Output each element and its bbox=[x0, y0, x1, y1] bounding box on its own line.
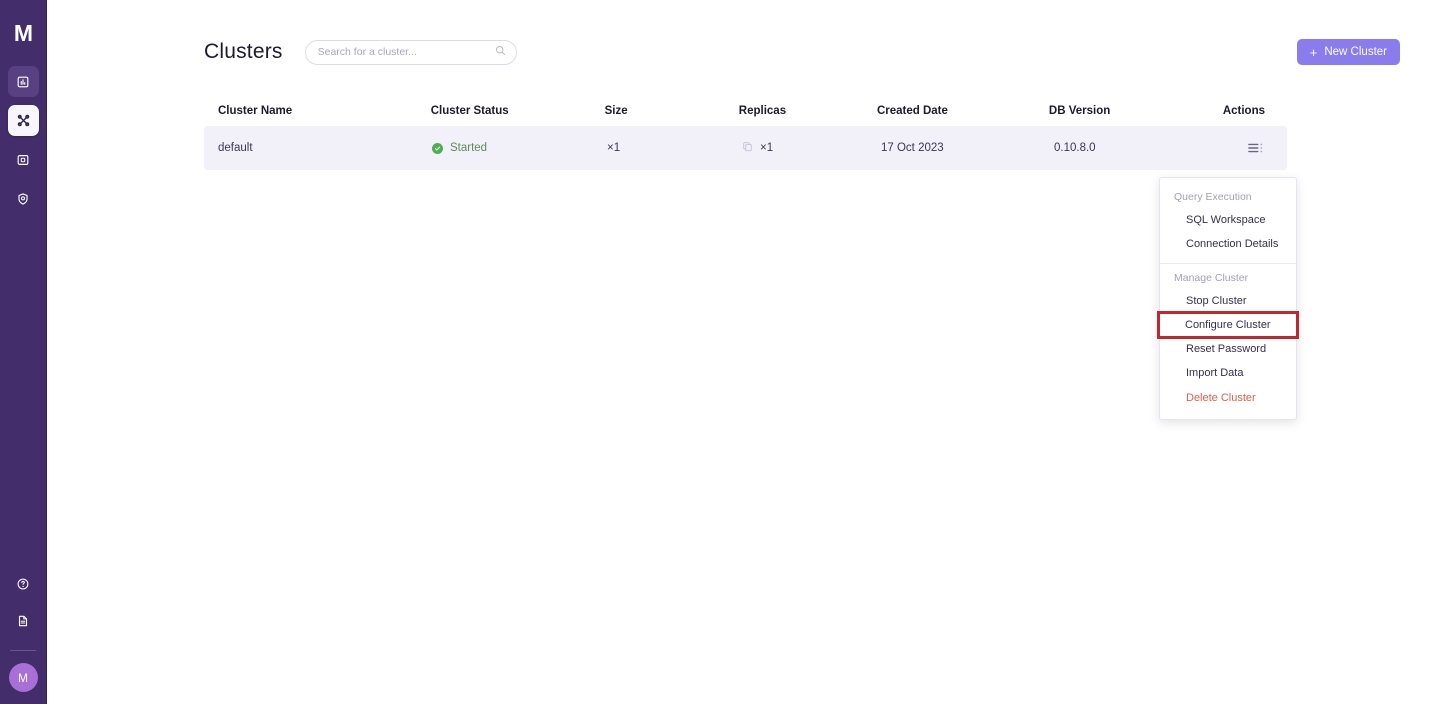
dashboard-icon bbox=[16, 75, 30, 89]
column-header-created-date: Created Date bbox=[876, 105, 948, 117]
search-box[interactable] bbox=[304, 39, 517, 65]
menu-item-configure-cluster[interactable]: Configure Cluster bbox=[1157, 311, 1299, 340]
sidebar-bottom: M bbox=[8, 568, 39, 704]
sidebar-item-dashboard[interactable] bbox=[7, 66, 39, 97]
sidebar-item-security[interactable] bbox=[8, 183, 39, 214]
sidebar-divider bbox=[10, 650, 36, 651]
new-cluster-label: New Cluster bbox=[1324, 46, 1387, 58]
table-row[interactable]: default Started ×1 ×1 17 Oct 2023 0.10.8… bbox=[204, 126, 1287, 170]
row-actions-menu: Query Execution SQL Workspace Connection… bbox=[1157, 177, 1299, 420]
sidebar: M M bbox=[0, 0, 47, 704]
sidebar-item-help[interactable] bbox=[8, 568, 39, 599]
clusters-icon bbox=[16, 113, 31, 128]
main-content: Clusters + New Cluster Cluster Name Clus… bbox=[47, 0, 1440, 704]
column-header-replicas: Replicas bbox=[738, 105, 787, 117]
app-logo[interactable]: M bbox=[8, 18, 38, 48]
menu-item-reset-password[interactable]: Reset Password bbox=[1160, 337, 1296, 361]
avatar[interactable]: M bbox=[8, 663, 38, 692]
page-title: Clusters bbox=[204, 40, 283, 63]
menu-item-import-data[interactable]: Import Data bbox=[1160, 361, 1296, 385]
menu-item-delete-cluster[interactable]: Delete Cluster bbox=[1160, 386, 1296, 410]
cell-size: ×1 bbox=[607, 142, 621, 154]
sidebar-item-docs[interactable] bbox=[8, 605, 39, 636]
row-actions-button[interactable] bbox=[1245, 139, 1267, 157]
backups-icon bbox=[16, 153, 30, 167]
menu-section-query-execution: Query Execution bbox=[1174, 191, 1252, 203]
help-circle-icon bbox=[16, 577, 30, 591]
new-cluster-button[interactable]: + New Cluster bbox=[1296, 39, 1400, 65]
column-header-db-version: DB Version bbox=[1048, 105, 1111, 117]
menu-item-sql-workspace[interactable]: SQL Workspace bbox=[1160, 208, 1296, 232]
column-header-cluster-name: Cluster Name bbox=[218, 105, 293, 117]
sidebar-nav bbox=[7, 66, 39, 214]
document-icon bbox=[16, 614, 30, 628]
clusters-table: Cluster Name Cluster Status Size Replica… bbox=[204, 96, 1287, 170]
check-circle-icon bbox=[432, 142, 443, 154]
sidebar-item-clusters[interactable] bbox=[7, 105, 39, 136]
search-icon bbox=[495, 43, 506, 61]
column-header-actions: Actions bbox=[1222, 105, 1265, 117]
sidebar-item-backups[interactable] bbox=[8, 144, 39, 175]
menu-item-connection-details[interactable]: Connection Details bbox=[1160, 232, 1296, 256]
copy-icon bbox=[742, 141, 753, 155]
menu-item-stop-cluster[interactable]: Stop Cluster bbox=[1160, 289, 1296, 313]
column-header-cluster-status: Cluster Status bbox=[430, 105, 509, 117]
list-menu-icon bbox=[1248, 143, 1263, 152]
replicas-count: ×1 bbox=[760, 142, 774, 154]
cell-cluster-status: Started bbox=[432, 142, 607, 154]
table-header-row: Cluster Name Cluster Status Size Replica… bbox=[204, 96, 1287, 126]
search-input[interactable] bbox=[317, 46, 495, 58]
menu-divider bbox=[1160, 263, 1296, 265]
status-badge: Started bbox=[450, 142, 488, 154]
column-header-size: Size bbox=[604, 105, 628, 117]
cell-replicas: ×1 bbox=[742, 141, 881, 155]
plus-icon: + bbox=[1309, 44, 1318, 60]
cell-created-date: 17 Oct 2023 bbox=[881, 142, 944, 154]
cell-cluster-name: default bbox=[218, 142, 253, 154]
cell-actions bbox=[1229, 139, 1287, 158]
page-header: Clusters + New Cluster bbox=[47, 0, 1440, 74]
menu-section-manage-cluster: Manage Cluster bbox=[1174, 272, 1249, 285]
cell-db-version: 0.10.8.0 bbox=[1054, 142, 1096, 154]
shield-icon bbox=[16, 192, 30, 206]
